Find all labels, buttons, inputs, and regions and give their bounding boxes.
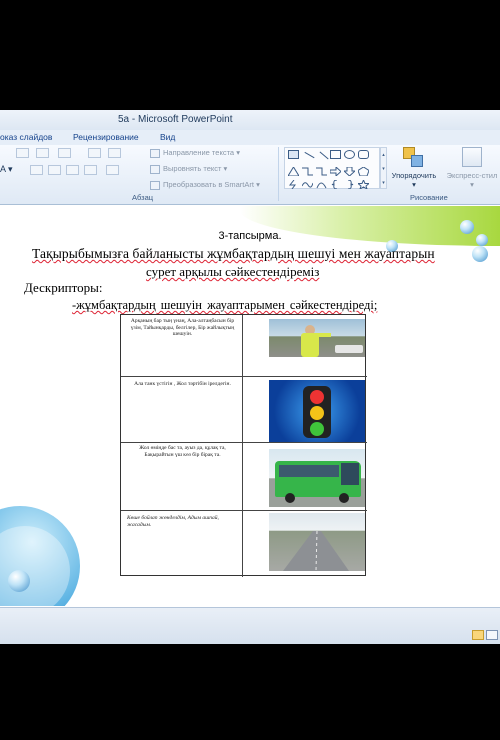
gallery-scroll[interactable]: ▴ ▾ ▾ xyxy=(380,147,387,189)
ribbon: A ▾ Направление текста ▾ Выровнять текст… xyxy=(0,145,500,205)
rounded-rect-shape-icon[interactable] xyxy=(358,150,369,159)
align-text-button[interactable]: Выровнять текст ▾ xyxy=(150,163,227,175)
riddle-text: Ала танк үстігін , Жол тәртібін ірелдегі… xyxy=(134,381,231,387)
task-title: 3-тапсырма. xyxy=(218,230,282,242)
traffic-light-image xyxy=(269,380,365,442)
brace-left-shape-icon[interactable] xyxy=(330,176,341,190)
wave-shape-icon[interactable] xyxy=(301,176,314,188)
arc-shape-icon[interactable] xyxy=(316,176,327,189)
water-drop-decoration xyxy=(472,246,488,262)
task-line-1: Тақырыбымызға байланысты жұмбақтардың ше… xyxy=(32,246,435,261)
font-color-icon[interactable]: A ▾ xyxy=(0,163,13,175)
increase-indent-icon[interactable] xyxy=(88,148,101,158)
shapes-gallery[interactable] xyxy=(284,147,380,191)
numbering-icon[interactable] xyxy=(36,148,49,158)
curved-connector-icon[interactable] xyxy=(316,163,327,176)
tab-slide-show[interactable]: оказ слайдов xyxy=(0,132,52,142)
quick-styles-icon xyxy=(462,147,482,167)
table-row-riddle-cell: Арқаның бар тың үнаң, Ала-алтаңбасын бір… xyxy=(121,315,243,377)
tab-view[interactable]: Вид xyxy=(160,132,175,142)
table-row-riddle-cell: Жол өміңде бас та, ауыз да, құлақ та, Ба… xyxy=(121,443,243,511)
slide-sorter-view-icon[interactable] xyxy=(486,630,498,640)
paragraph-group-label: Абзац xyxy=(132,193,154,202)
normal-view-icon[interactable] xyxy=(472,630,484,640)
descriptor-1: -жұмбақтардың шешуін жауаптарымен сәйкес… xyxy=(72,298,378,312)
ribbon-tabs: оказ слайдов Рецензирование Вид xyxy=(0,130,500,145)
down-arrow-shape-icon[interactable] xyxy=(342,163,357,177)
traffic-police-image xyxy=(269,319,365,357)
title-bar: 5а - Microsoft PowerPoint xyxy=(0,110,500,130)
convert-smartart-button[interactable]: Преобразовать в SmartArt ▾ xyxy=(150,179,260,191)
drawing-group-label: Рисование xyxy=(410,193,448,202)
riddle-table: Арқаның бар тың үнаң, Ала-алтаңбасын бір… xyxy=(120,314,367,577)
arrange-button[interactable]: Упорядочить ▾ xyxy=(388,147,440,189)
rectangle-shape-icon[interactable] xyxy=(330,150,341,159)
triangle-shape-icon[interactable] xyxy=(287,163,300,177)
align-left-icon[interactable] xyxy=(30,165,43,175)
quick-styles-label: Экспресс-стил xyxy=(446,171,498,180)
align-center-icon[interactable] xyxy=(48,165,61,175)
table-row-riddle-cell: Көше бойлап жөнделдім, Адым ашпай, жасад… xyxy=(121,511,243,577)
columns-icon[interactable] xyxy=(106,165,119,175)
riddle-text: Жол өміңде бас та, ауыз да, құлақ та, Ба… xyxy=(139,445,226,458)
oval-shape-icon[interactable] xyxy=(344,150,355,159)
text-direction-button[interactable]: Направление текста ▾ xyxy=(150,147,240,159)
right-arrow-shape-icon[interactable] xyxy=(329,163,342,178)
status-bar xyxy=(0,607,500,644)
convert-smartart-label: Преобразовать в SmartArt xyxy=(163,180,254,189)
water-drop-decoration xyxy=(8,570,30,592)
descriptors-label: Дескрипторы: xyxy=(24,280,103,295)
elbow-connector-icon[interactable] xyxy=(302,163,313,176)
pentagon-shape-icon[interactable] xyxy=(357,163,370,177)
text-direction-label: Направление текста xyxy=(163,148,235,157)
star-shape-icon[interactable] xyxy=(356,176,371,191)
align-right-icon[interactable] xyxy=(66,165,79,175)
slide-canvas[interactable]: 3-тапсырма. Тақырыбымызға байланысты жұм… xyxy=(0,206,500,606)
task-line-2: сурет арқылы сәйкестендіреміз xyxy=(146,264,320,279)
table-row-riddle-cell: Ала танк үстігін , Жол тәртібін ірелдегі… xyxy=(121,377,243,443)
table-row-image-cell xyxy=(243,511,367,577)
table-row-image-cell xyxy=(243,377,367,443)
arrange-icon xyxy=(403,147,425,169)
textbox-shape-icon[interactable] xyxy=(288,150,299,159)
riddle-text: Көше бойлап жөнделдім, Адым ашпай, жасад… xyxy=(127,515,219,528)
green-bus-image xyxy=(269,449,365,507)
justify-icon[interactable] xyxy=(84,165,97,175)
highway-road-icon xyxy=(283,530,349,571)
brace-right-shape-icon[interactable] xyxy=(344,176,355,190)
group-separator xyxy=(278,147,279,201)
arrange-label: Упорядочить xyxy=(391,171,437,180)
line-spacing-icon[interactable] xyxy=(108,148,121,158)
window-title: 5а - Microsoft PowerPoint xyxy=(118,114,233,125)
decrease-indent-icon[interactable] xyxy=(58,148,71,158)
quick-styles-button[interactable]: Экспресс-стил ▾ xyxy=(444,147,500,189)
highway-image xyxy=(269,513,365,571)
table-row-image-cell xyxy=(243,315,367,377)
table-row-image-cell xyxy=(243,443,367,511)
tab-review[interactable]: Рецензирование xyxy=(73,132,139,142)
bullets-icon[interactable] xyxy=(16,148,29,158)
riddle-text: Арқаның бар тың үнаң, Ала-алтаңбасын бір… xyxy=(130,318,235,337)
align-text-label: Выровнять текст xyxy=(163,164,222,173)
lightning-shape-icon[interactable] xyxy=(288,176,299,190)
powerpoint-window: 5а - Microsoft PowerPoint оказ слайдов Р… xyxy=(0,110,500,644)
